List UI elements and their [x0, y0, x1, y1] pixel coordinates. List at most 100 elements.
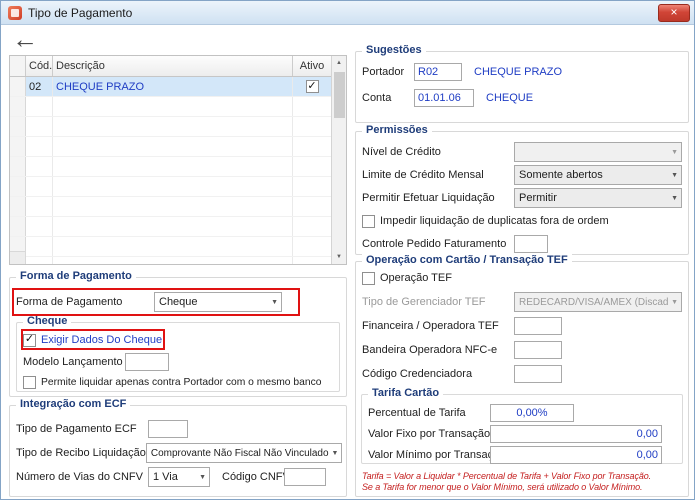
tipo-de-pagamento-window: Tipo de Pagamento × ← Cód. Descrição Ati…: [0, 0, 695, 500]
subgroup-tarifa-cartao: Tarifa Cartão Percentual de Tarifa Valor…: [361, 387, 683, 464]
limite-credito-combo[interactable]: Somente abertos ▼: [514, 165, 682, 185]
financeira-tef-label: Financeira / Operadora TEF: [362, 320, 499, 332]
ativo-checkbox[interactable]: ✓: [305, 79, 319, 93]
permite-liquidar-checkbox[interactable]: ✓: [23, 375, 36, 389]
group-permissoes: Permissões Nível de Crédito ▼ Limite de …: [355, 124, 689, 255]
grid-row-empty[interactable]: [10, 97, 331, 117]
numero-vias-combo[interactable]: 1 Via ▼: [148, 467, 210, 487]
nivel-credito-label: Nível de Crédito: [362, 146, 441, 158]
check-icon: ✓: [307, 79, 317, 92]
numero-vias-label: Número de Vias do CNFV: [16, 471, 143, 483]
chevron-down-icon: ▼: [331, 449, 339, 457]
grid-row-empty[interactable]: [10, 177, 331, 197]
chevron-down-icon: ▼: [671, 298, 678, 306]
group-title: Operação com Cartão / Transação TEF: [362, 254, 572, 266]
nivel-credito-combo[interactable]: ▼: [514, 142, 682, 162]
conta-input[interactable]: [414, 89, 474, 107]
tipo-recibo-combo[interactable]: Comprovante Não Fiscal Não Vinculado ▼: [145, 443, 343, 463]
grid-row-empty[interactable]: [10, 237, 331, 257]
codigo-cnfv-label: Código CNFV: [222, 471, 290, 483]
forma-pagamento-label: Forma de Pagamento: [16, 296, 123, 308]
portador-label: Portador: [362, 66, 405, 78]
tipo-recibo-label: Tipo de Recibo Liquidação: [16, 447, 146, 459]
impedir-liquidacao-checkbox[interactable]: ✓: [362, 214, 375, 228]
grid-row-selected[interactable]: 02 CHEQUE PRAZO ✓: [10, 77, 331, 97]
row-indicator: [10, 137, 26, 156]
chevron-down-icon: ▼: [671, 194, 678, 202]
permitir-liquidacao-combo[interactable]: Permitir ▼: [514, 188, 682, 208]
operacao-tef-label: Operação TEF: [380, 272, 452, 284]
grid-row-empty[interactable]: [10, 197, 331, 217]
tipo-pagamento-ecf-input[interactable]: [148, 420, 188, 438]
cell-cod: [26, 237, 53, 256]
codigo-credenciadora-input[interactable]: [514, 365, 562, 383]
bandeira-nfce-input[interactable]: [514, 341, 562, 359]
cell-descricao: [53, 137, 293, 156]
row-indicator: [10, 77, 26, 96]
cell-cod: [26, 137, 53, 156]
grid-row-empty[interactable]: [10, 117, 331, 137]
percentual-tarifa-label: Percentual de Tarifa: [368, 407, 466, 419]
portador-input[interactable]: [414, 63, 462, 81]
chevron-down-icon: ▼: [671, 148, 678, 156]
conta-descricao: CHEQUE: [486, 92, 534, 104]
grid-row-empty[interactable]: [10, 217, 331, 237]
cell-descricao: [53, 177, 293, 196]
bandeira-nfce-label: Bandeira Operadora NFC-e: [362, 344, 498, 356]
group-title: Permissões: [362, 124, 432, 136]
gerenciador-tef-combo[interactable]: REDECARD/VISA/AMEX (Discado) ▼: [514, 292, 682, 312]
back-button[interactable]: ←: [12, 26, 38, 52]
cell-descricao: [53, 117, 293, 136]
tarifa-note-line1: Tarifa = Valor a Liquidar * Percentual d…: [362, 471, 652, 481]
percentual-tarifa-input[interactable]: [490, 404, 574, 422]
chevron-down-icon: ▼: [671, 171, 678, 179]
forma-pagamento-combo[interactable]: Cheque ▼: [154, 292, 282, 312]
grid-row-empty[interactable]: [10, 137, 331, 157]
cell-ativo: [293, 177, 331, 196]
titlebar[interactable]: Tipo de Pagamento ×: [1, 1, 694, 25]
valor-fixo-input[interactable]: [490, 425, 662, 443]
controle-pedido-input[interactable]: [514, 235, 548, 253]
exigir-dados-checkbox[interactable]: ✓: [23, 333, 36, 347]
grid-header-cod[interactable]: Cód.: [26, 56, 53, 76]
group-sugestoes: Sugestões Portador CHEQUE PRAZO Conta CH…: [355, 44, 689, 123]
grid-header-descricao[interactable]: Descrição: [53, 56, 293, 76]
grid-scrollbar[interactable]: ▲ ▼: [331, 56, 346, 264]
group-forma-de-pagamento: Forma de Pagamento Forma de Pagamento Ch…: [9, 270, 347, 397]
cell-descricao: [53, 97, 293, 116]
row-indicator: [10, 197, 26, 216]
cell-descricao: [53, 157, 293, 176]
controle-pedido-label: Controle Pedido Faturamento: [362, 238, 507, 250]
modelo-lancamento-label: Modelo Lançamento: [23, 356, 123, 368]
valor-minimo-label: Valor Mínimo por Transação: [368, 449, 506, 461]
modelo-lancamento-input[interactable]: [125, 353, 169, 371]
cell-descricao: [53, 257, 293, 264]
grid-header-ativo[interactable]: Ativo: [293, 56, 331, 76]
row-indicator: [10, 97, 26, 116]
valor-fixo-label: Valor Fixo por Transação: [368, 428, 491, 440]
cell-cod: 02: [26, 77, 53, 96]
scroll-thumb[interactable]: [333, 72, 345, 118]
close-button[interactable]: ×: [658, 3, 690, 22]
codigo-cnfv-input[interactable]: [284, 468, 326, 486]
row-indicator: [10, 217, 26, 236]
operacao-tef-checkbox[interactable]: ✓: [362, 271, 375, 285]
row-indicator: [10, 177, 26, 196]
cell-ativo: ✓: [293, 77, 331, 96]
valor-minimo-input[interactable]: [490, 446, 662, 464]
cell-cod: [26, 257, 53, 264]
grid-indicator-header: [10, 56, 26, 76]
subgroup-cheque: Cheque ✓ Exigir Dados Do Cheque Modelo L…: [16, 315, 340, 392]
cell-ativo: [293, 117, 331, 136]
financeira-tef-input[interactable]: [514, 317, 562, 335]
row-indicator: [10, 117, 26, 136]
grid-corner: [10, 251, 26, 264]
cell-descricao: CHEQUE PRAZO: [53, 77, 293, 96]
scroll-down-icon[interactable]: ▼: [332, 250, 346, 264]
grid-row-empty[interactable]: [10, 257, 331, 264]
window-title: Tipo de Pagamento: [28, 5, 133, 20]
grid-row-empty[interactable]: [10, 157, 331, 177]
cell-descricao: [53, 217, 293, 236]
conta-label: Conta: [362, 92, 392, 104]
scroll-up-icon[interactable]: ▲: [332, 56, 346, 70]
